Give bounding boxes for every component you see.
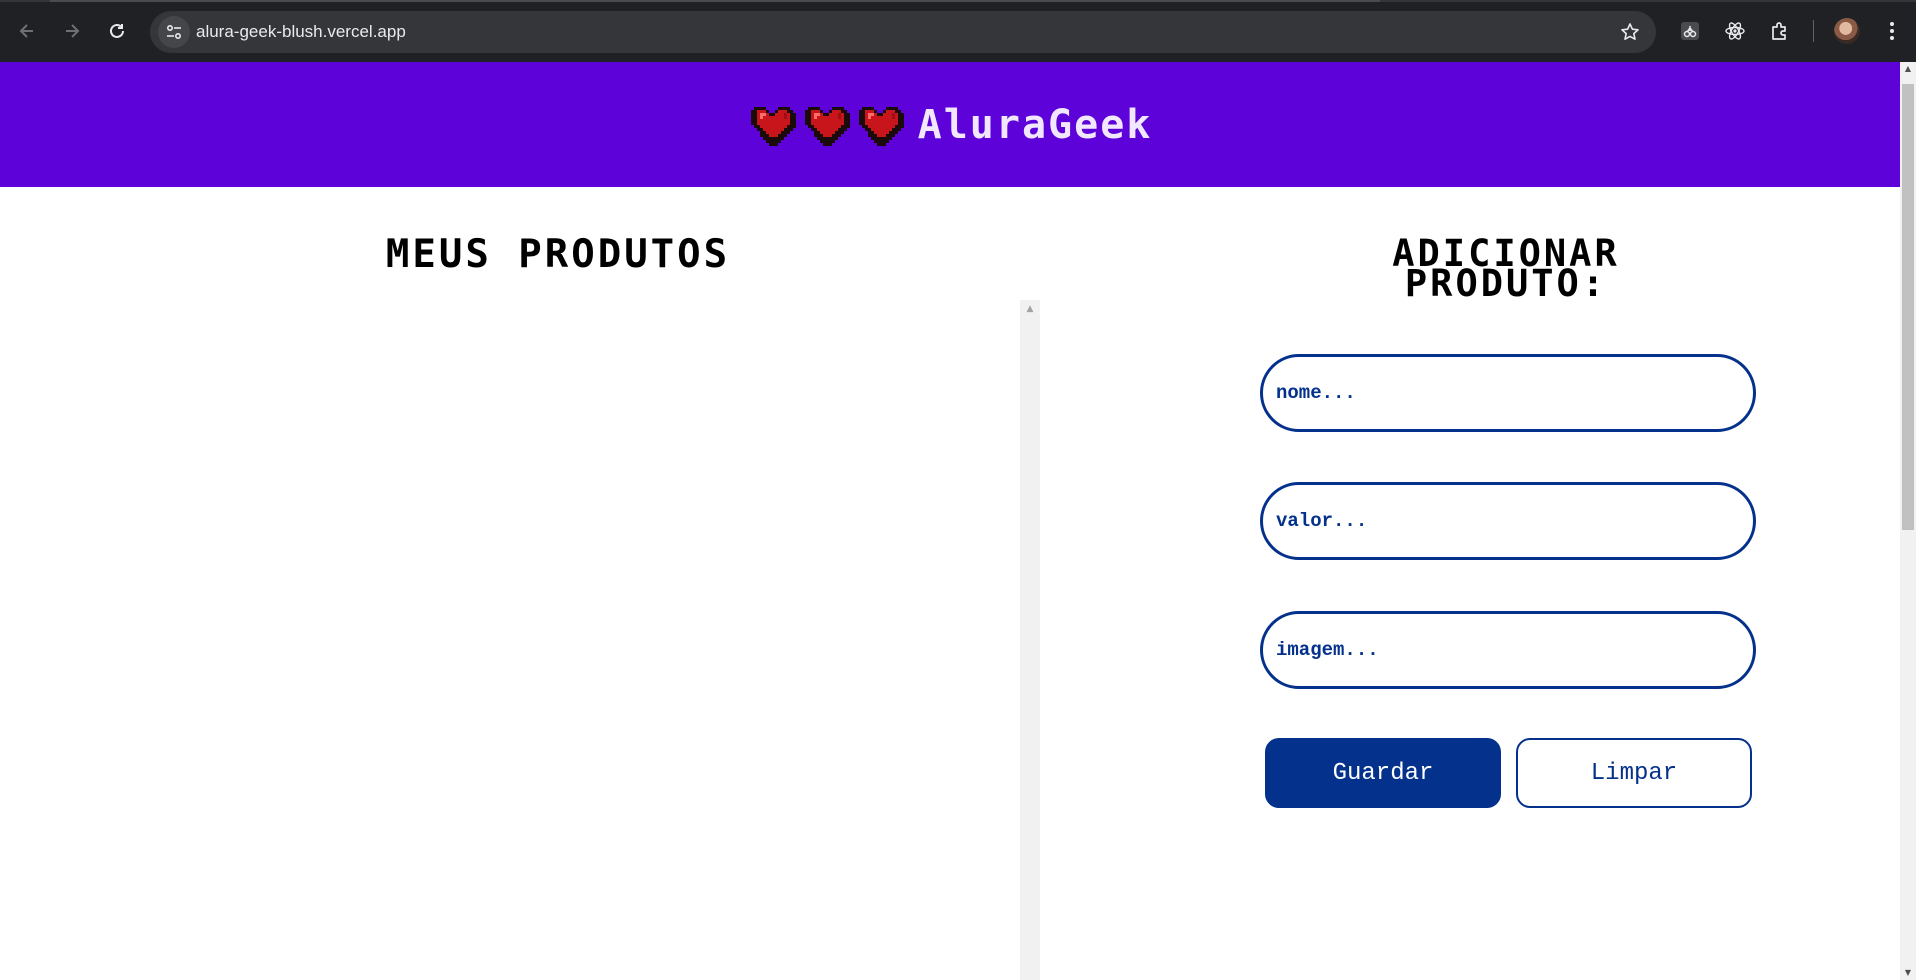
- extension-puzzle-icon: [1681, 22, 1699, 40]
- reload-button[interactable]: [100, 14, 134, 48]
- form-title: ADICIONAR PRODUTO:: [1296, 235, 1716, 302]
- forward-icon: [66, 24, 80, 38]
- price-input[interactable]: [1260, 482, 1756, 560]
- extension-button[interactable]: [1674, 15, 1706, 47]
- page-scroll-down-icon[interactable]: ▼: [1900, 966, 1916, 980]
- image-input[interactable]: [1260, 611, 1756, 689]
- toolbar-divider: [1813, 20, 1814, 42]
- site-header: AluraGeek: [0, 62, 1900, 187]
- products-title: MEUS PRODUTOS: [385, 232, 731, 277]
- page-scrollbar[interactable]: ▲ ▼: [1900, 62, 1916, 980]
- brand-name: AluraGeek: [917, 101, 1153, 148]
- products-list: [0, 300, 1040, 980]
- profile-avatar[interactable]: [1834, 18, 1860, 44]
- site-logo[interactable]: AluraGeek: [748, 102, 1153, 148]
- name-input[interactable]: [1260, 354, 1756, 432]
- react-devtools-icon: [1725, 22, 1745, 40]
- page-viewport: AluraGeek MEUS PRODUTOS ▲ ADICIONAR PROD…: [0, 62, 1900, 980]
- back-icon: [19, 24, 33, 38]
- hearts-group: [748, 104, 904, 146]
- address-bar[interactable]: alura-geek-blush.vercel.app: [150, 11, 1656, 53]
- tab-strip: [0, 0, 1916, 2]
- back-button[interactable]: [10, 14, 44, 48]
- forward-button[interactable]: [55, 14, 89, 48]
- save-button[interactable]: Guardar: [1265, 738, 1501, 808]
- reload-icon: [110, 23, 124, 38]
- pixel-heart-icon: [858, 106, 904, 146]
- bookmark-button[interactable]: [1614, 16, 1646, 48]
- browser-toolbar: alura-geek-blush.vercel.app: [0, 0, 1916, 62]
- page-scroll-up-icon[interactable]: ▲: [1900, 62, 1916, 76]
- scroll-up-icon[interactable]: ▲: [1020, 300, 1040, 318]
- extensions-icon: [1772, 22, 1786, 40]
- pixel-heart-icon: [750, 106, 796, 146]
- clear-button[interactable]: Limpar: [1516, 738, 1752, 808]
- site-info-button[interactable]: [158, 16, 190, 48]
- url-text[interactable]: alura-geek-blush.vercel.app: [196, 11, 406, 53]
- pixel-heart-icon: [804, 106, 850, 146]
- site-info-icon: [166, 24, 182, 40]
- products-scrollbar[interactable]: ▲: [1020, 300, 1040, 980]
- form-title-line2: PRODUTO:: [1404, 262, 1608, 305]
- extensions-menu-button[interactable]: [1764, 15, 1796, 47]
- page-scroll-thumb[interactable]: [1902, 84, 1914, 530]
- browser-menu-button[interactable]: [1876, 15, 1908, 47]
- kebab-menu-icon: [1890, 22, 1894, 40]
- react-devtools-button[interactable]: [1719, 15, 1751, 47]
- star-icon: [1621, 23, 1639, 40]
